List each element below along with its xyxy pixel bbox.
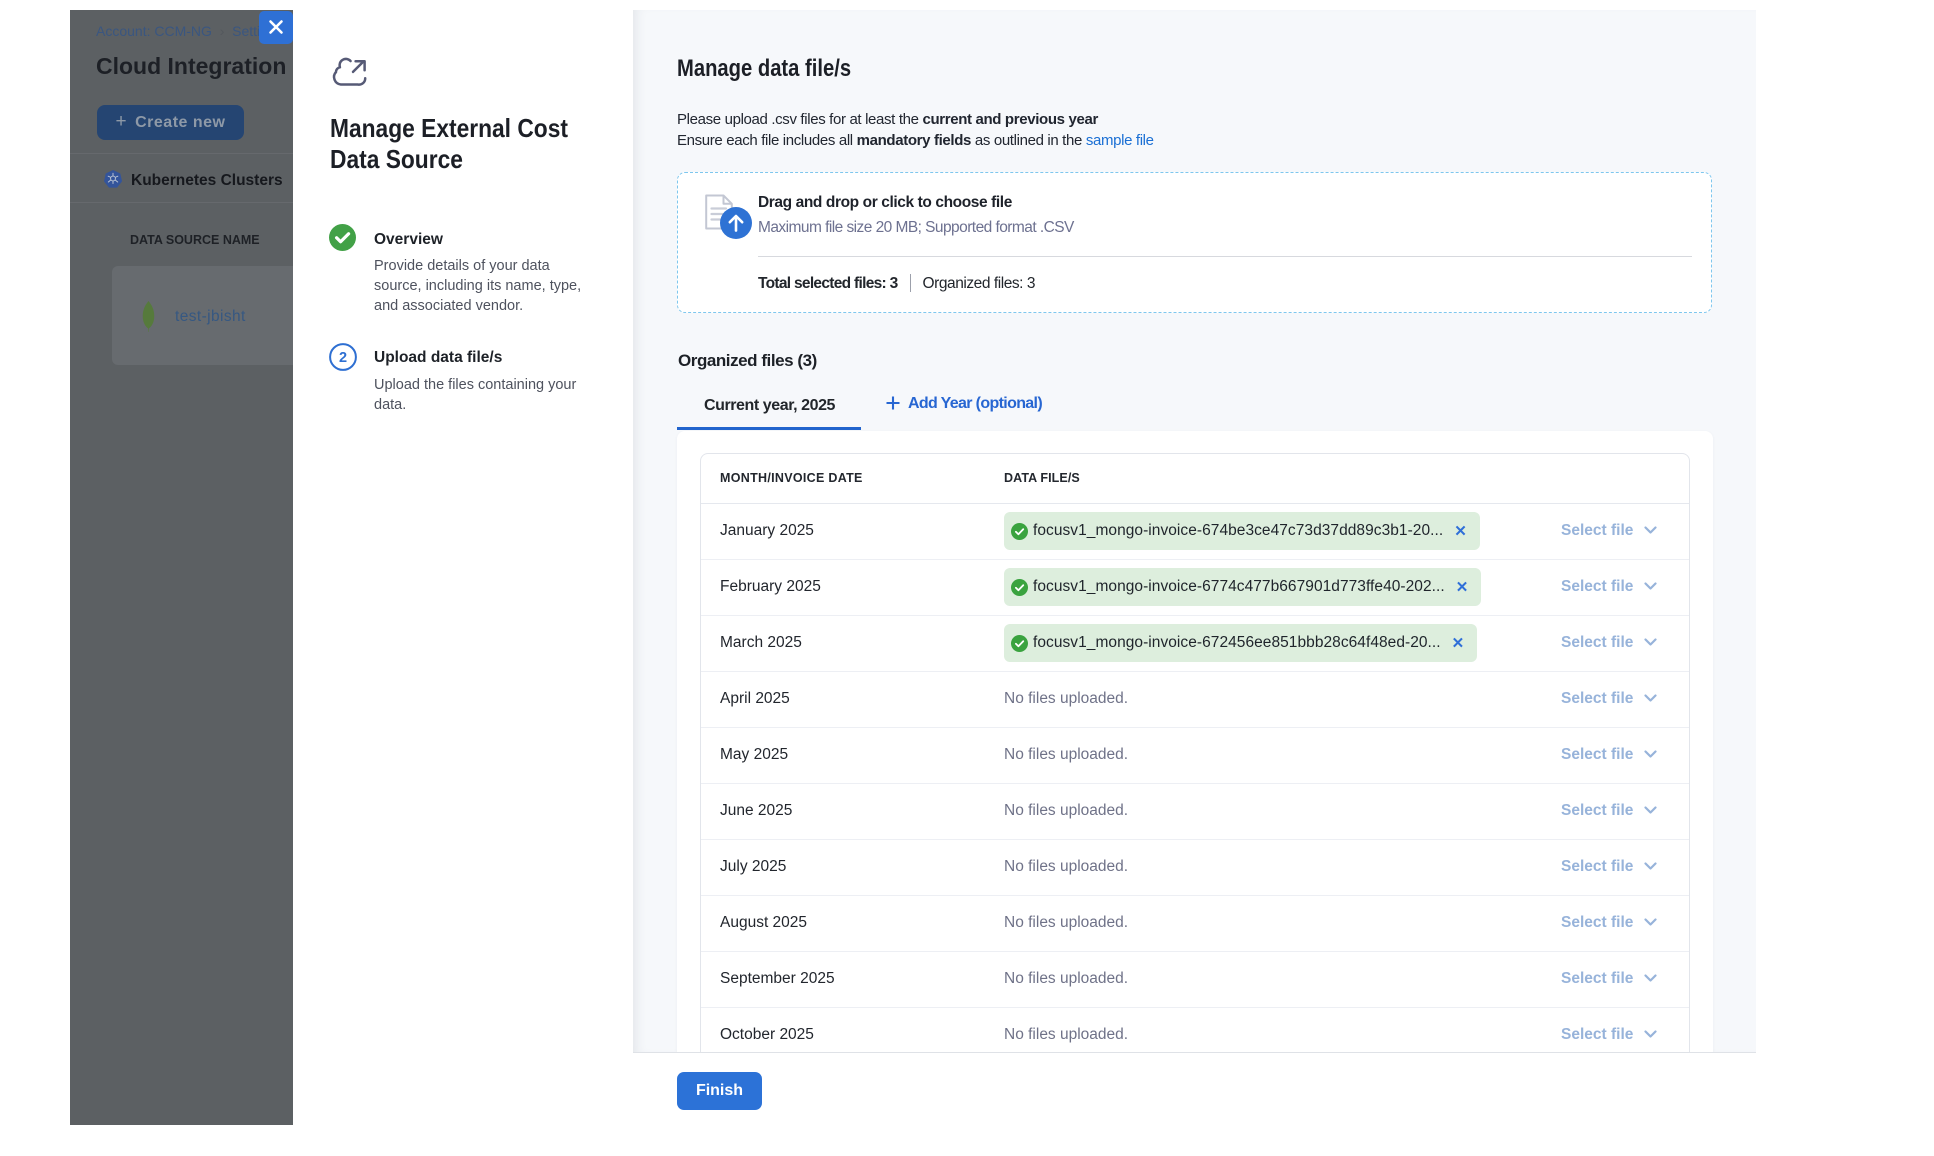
svg-text:2: 2 [339,350,347,366]
